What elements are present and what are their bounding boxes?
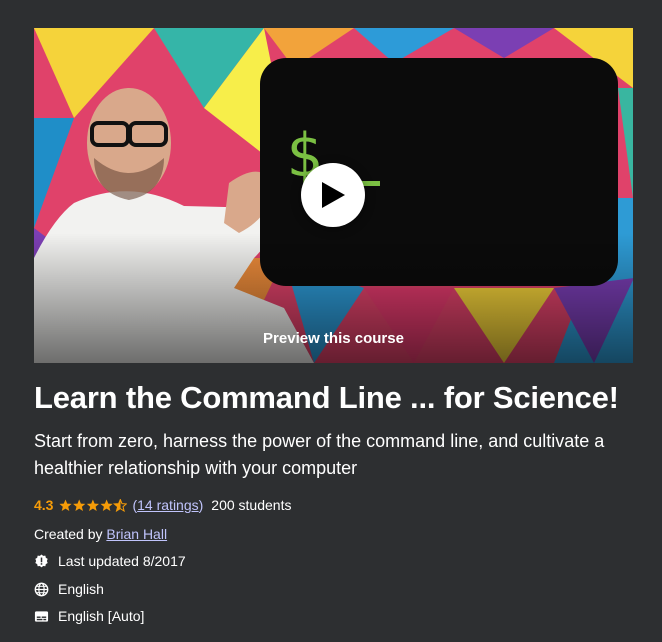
last-updated: Last updated 8/2017	[34, 553, 186, 569]
course-language: English	[34, 581, 104, 597]
language-text: English	[58, 581, 104, 597]
star-icon	[59, 498, 128, 511]
last-updated-text: Last updated 8/2017	[58, 553, 186, 569]
students-count: 200 students	[211, 497, 292, 513]
course-preview-video[interactable]: $ Preview this course	[34, 28, 633, 363]
rating-row: 4.3 ( 14 ratings ) 200 students	[34, 497, 291, 513]
course-captions: English [Auto]	[34, 608, 144, 624]
created-by-label: Created by	[34, 526, 103, 542]
star-rating	[59, 498, 128, 512]
rating-value: 4.3	[34, 497, 54, 513]
preview-course-label[interactable]: Preview this course	[34, 330, 633, 347]
course-title: Learn the Command Line ... for Science!	[34, 380, 619, 415]
play-icon	[322, 182, 345, 208]
ratings-close-paren: )	[198, 497, 204, 513]
alert-badge-icon	[35, 553, 48, 567]
play-button[interactable]	[301, 163, 365, 227]
created-by: Created by Brian Hall	[34, 526, 167, 542]
captions-text: English [Auto]	[58, 608, 145, 624]
globe-icon	[34, 582, 49, 596]
instructor-link[interactable]: Brian Hall	[106, 526, 167, 542]
closed-captions-icon	[34, 610, 49, 622]
course-subtitle: Start from zero, harness the power of th…	[34, 431, 605, 478]
ratings-link[interactable]: 14 ratings	[137, 497, 198, 513]
